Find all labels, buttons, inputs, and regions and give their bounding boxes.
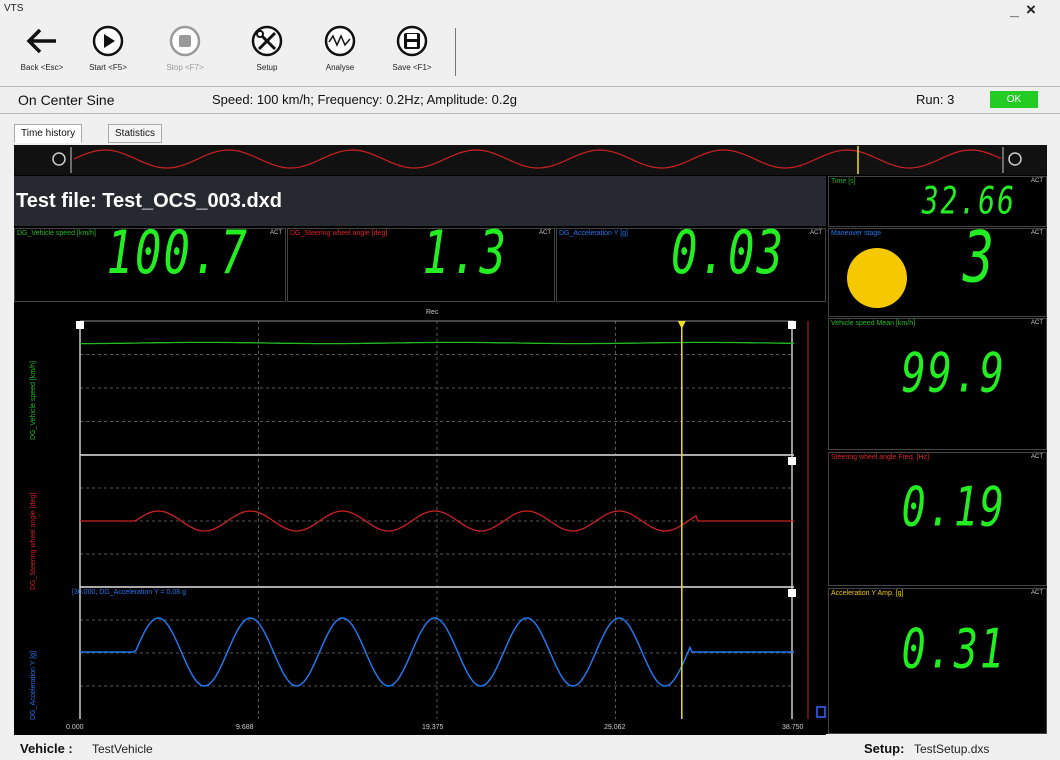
steer-freq-panel: Steering wheel angle Freq. [Hz] ACT 0.19 <box>828 452 1047 586</box>
right-handle-1 <box>788 321 796 329</box>
toolbar-separator <box>455 28 456 76</box>
acceleration-label: DG_Acceleration Y [g] <box>559 230 629 237</box>
x-tick-4: 38.750 <box>782 724 804 731</box>
maneuver-stage-panel: Maneuver stage ACT 3 <box>828 218 1047 317</box>
speed-axis-label: DG_Vehicle speed [km/h] <box>30 361 37 440</box>
save-icon <box>396 25 428 57</box>
acceleration-panel: DG_Acceleration Y [g] ACT 0.03 <box>556 219 826 302</box>
steering-angle-panel: DG_Steering wheel angle [deg] ACT 1.3 <box>287 219 555 302</box>
steering-angle-value: 1.3 <box>422 219 508 288</box>
speed-mean-label: Vehicle speed Mean [km/h] <box>831 320 916 327</box>
vehicle-name: TestVehicle <box>92 742 153 756</box>
speed-series <box>80 341 795 345</box>
setup-label: Setup: <box>864 741 905 756</box>
maneuver-stage-value: 3 <box>962 218 996 299</box>
back-button-label: Back <Esc> <box>20 63 64 72</box>
test-name: On Center Sine <box>18 92 115 108</box>
x-tick-1: 9.688 <box>236 724 254 731</box>
vehicle-speed-label: DG_Vehicle speed [km/h] <box>17 230 96 237</box>
stop-icon <box>169 25 201 57</box>
analyse-button-label: Analyse <box>325 63 355 72</box>
start-button-label: Start <F5> <box>89 63 127 72</box>
speed-mean-act: ACT <box>1031 320 1043 326</box>
tools-icon <box>251 25 283 57</box>
accel-axis-label: DG_Acceleration Y [g] <box>30 650 37 720</box>
acceleration-value: 0.03 <box>671 219 785 288</box>
steering-angle-act: ACT <box>539 230 551 236</box>
test-file-title: Test file: Test_OCS_003.dxd <box>16 190 283 212</box>
speed-mean-value: 99.9 <box>901 342 1006 405</box>
rec-label: Rec <box>426 309 439 316</box>
time-label: Time [s] <box>831 178 856 185</box>
setup-button[interactable]: Setup <box>237 22 297 80</box>
acceleration-act: ACT <box>810 230 822 236</box>
steering-angle-label: DG_Steering wheel angle [deg] <box>290 230 388 237</box>
vehicle-speed-value: 100.7 <box>106 219 249 288</box>
save-button[interactable]: Save <F1> <box>382 22 442 80</box>
overview-right-icon <box>1008 152 1022 166</box>
steer-freq-label: Steering wheel angle Freq. [Hz] <box>831 454 930 461</box>
play-icon <box>92 25 124 57</box>
plot-grid <box>80 321 794 719</box>
status-badge: OK <box>990 91 1038 108</box>
cursor-marker-icon <box>677 321 686 329</box>
run-number: Run: 3 <box>916 92 955 107</box>
overview-left-icon <box>52 152 66 166</box>
analyse-button[interactable]: Analyse <box>310 22 370 80</box>
x-tick-3: 29.062 <box>604 724 626 731</box>
back-arrow-icon <box>26 28 56 54</box>
accel-amp-label: Acceleration Y Amp. [g] <box>831 590 904 597</box>
x-tick-0: 0.000 <box>66 724 84 731</box>
accel-amp-act: ACT <box>1031 590 1043 596</box>
steer-axis-label: DG_Steering wheel angle [deg] <box>30 492 37 590</box>
steer-freq-value: 0.19 <box>901 476 1006 539</box>
setup-file: TestSetup.dxs <box>914 742 990 756</box>
title-bar <box>0 0 1060 20</box>
steer-freq-act: ACT <box>1031 454 1043 460</box>
x-tick-2: 19.375 <box>422 724 444 731</box>
stop-button[interactable]: Stop <F7> <box>155 22 215 80</box>
app-title: VTS <box>4 3 24 14</box>
left-handle-1 <box>76 321 84 329</box>
vehicle-speed-panel: DG_Vehicle speed [km/h] ACT 100.7 <box>14 219 286 302</box>
time-act: ACT <box>1031 178 1043 184</box>
vehicle-speed-act: ACT <box>270 230 282 236</box>
zoom-icon <box>816 706 826 718</box>
start-button[interactable]: Start <F5> <box>78 22 138 80</box>
analyse-icon <box>324 25 356 57</box>
accel-amp-value: 0.31 <box>901 618 1006 681</box>
plot-canvas <box>76 320 826 719</box>
back-button[interactable]: Back <Esc> <box>12 22 72 80</box>
test-parameters: Speed: 100 km/h; Frequency: 0.2Hz; Ampli… <box>212 92 517 107</box>
close-button[interactable]: × <box>1026 0 1036 20</box>
save-button-label: Save <F1> <box>392 63 432 72</box>
time-value: 32.66 <box>921 178 1016 223</box>
tab-time-history[interactable]: Time history <box>14 124 83 143</box>
time-panel: Time [s] ACT 32.66 <box>828 176 1047 227</box>
maneuver-stage-indicator <box>847 248 907 308</box>
right-handle-3 <box>788 589 796 597</box>
overview-waveform <box>73 149 1002 169</box>
maneuver-stage-act: ACT <box>1031 230 1043 236</box>
accel-amp-panel: Acceleration Y Amp. [g] ACT 0.31 <box>828 588 1047 734</box>
status-bar <box>0 86 1060 114</box>
right-handle-2 <box>788 457 796 465</box>
maneuver-stage-label: Maneuver stage <box>831 230 882 237</box>
stop-button-label: Stop <F7> <box>166 63 204 72</box>
vehicle-label: Vehicle : <box>20 741 73 756</box>
cursor-readout: [30.000; DG_Acceleration Y = 0.08 g <box>72 589 186 596</box>
speed-mean-panel: Vehicle speed Mean [km/h] ACT 99.9 <box>828 318 1047 450</box>
time-history-plot[interactable]: Rec [30.000; DG_Acceleration Y = 0.08 g <box>14 305 826 735</box>
overview-strip[interactable] <box>14 145 1047 175</box>
minimize-button[interactable]: _ <box>1010 2 1019 20</box>
tab-statistics[interactable]: Statistics <box>108 124 163 143</box>
setup-button-label: Setup <box>256 63 278 72</box>
